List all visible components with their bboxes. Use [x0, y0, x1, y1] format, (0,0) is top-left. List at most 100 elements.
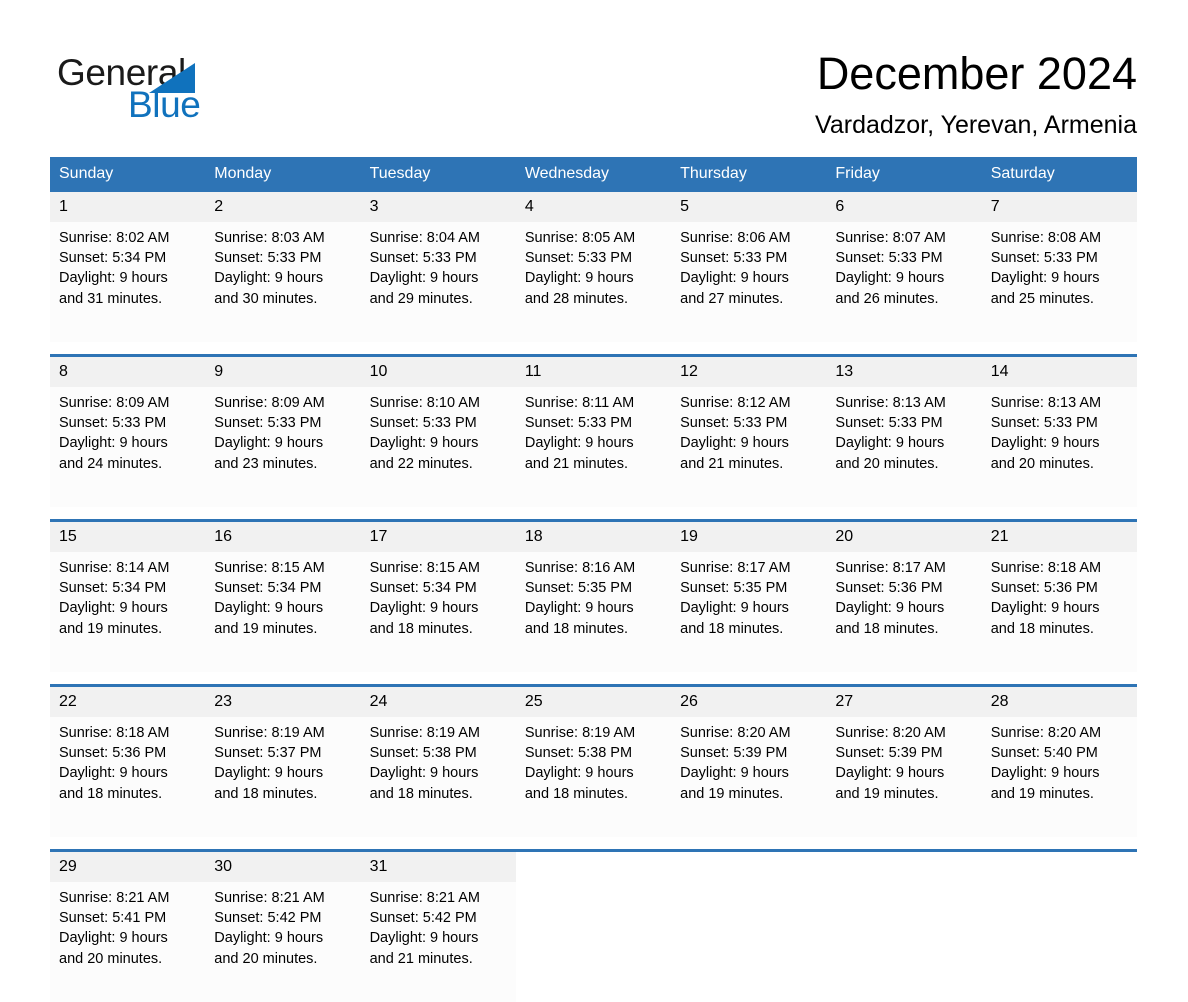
sunset-text: Sunset: 5:40 PM	[990, 745, 1098, 762]
week-2-details: Sunrise: 8:09 AM Sunset: 5:33 PM Dayligh…	[50, 387, 1137, 507]
day-number[interactable]: 25	[515, 684, 672, 717]
day-cell[interactable]: Sunrise: 8:20 AM Sunset: 5:39 PM Dayligh…	[671, 717, 827, 837]
day-cell-empty	[515, 882, 672, 1002]
page-title: December 2024	[816, 48, 1137, 99]
day-cell[interactable]: Sunrise: 8:13 AM Sunset: 5:33 PM Dayligh…	[981, 387, 1137, 507]
sunrise-text: Sunrise: 8:19 AM	[214, 725, 325, 741]
day-cell[interactable]: Sunrise: 8:21 AM Sunset: 5:42 PM Dayligh…	[205, 882, 361, 1002]
day-cell[interactable]: Sunrise: 8:17 AM Sunset: 5:35 PM Dayligh…	[671, 552, 827, 672]
day-cell[interactable]: Sunrise: 8:16 AM Sunset: 5:35 PM Dayligh…	[515, 552, 672, 672]
day-number[interactable]: 4	[515, 192, 672, 222]
day-number[interactable]: 15	[50, 519, 206, 552]
day-cell[interactable]: Sunrise: 8:19 AM Sunset: 5:38 PM Dayligh…	[515, 717, 672, 837]
day-number[interactable]: 8	[50, 354, 206, 387]
day-cell[interactable]: Sunrise: 8:12 AM Sunset: 5:33 PM Dayligh…	[671, 387, 827, 507]
day-number[interactable]: 11	[515, 354, 672, 387]
daylight-text-line1: Daylight: 9 hours	[524, 600, 634, 617]
sunrise-text: Sunrise: 8:16 AM	[524, 560, 636, 576]
day-cell[interactable]: Sunrise: 8:02 AM Sunset: 5:34 PM Dayligh…	[50, 222, 206, 342]
day-cell[interactable]: Sunrise: 8:21 AM Sunset: 5:41 PM Dayligh…	[50, 882, 206, 1002]
daylight-text-line2: and 20 minutes.	[990, 455, 1094, 472]
day-number[interactable]: 5	[671, 192, 827, 222]
week-separator	[50, 342, 1137, 356]
day-cell[interactable]: Sunrise: 8:18 AM Sunset: 5:36 PM Dayligh…	[50, 717, 206, 837]
sunrise-text: Sunrise: 8:21 AM	[369, 890, 480, 906]
day-cell[interactable]: Sunrise: 8:09 AM Sunset: 5:33 PM Dayligh…	[50, 387, 206, 507]
sunset-text: Sunset: 5:33 PM	[369, 250, 477, 267]
day-number[interactable]: 16	[205, 519, 361, 552]
day-cell[interactable]: Sunrise: 8:21 AM Sunset: 5:42 PM Dayligh…	[360, 882, 516, 1002]
day-number[interactable]: 3	[360, 192, 516, 222]
day-cell[interactable]: Sunrise: 8:04 AM Sunset: 5:33 PM Dayligh…	[360, 222, 516, 342]
day-cell[interactable]: Sunrise: 8:11 AM Sunset: 5:33 PM Dayligh…	[515, 387, 672, 507]
daylight-text-line1: Daylight: 9 hours	[990, 600, 1100, 617]
day-number[interactable]: 14	[981, 354, 1137, 387]
calendar-header-row: Sunday Monday Tuesday Wednesday Thursday…	[50, 157, 1137, 192]
day-number[interactable]: 24	[360, 684, 516, 717]
daylight-text-line2: and 18 minutes.	[214, 785, 318, 802]
title-block: December 2024 Vardadzor, Yerevan, Armeni…	[815, 48, 1137, 139]
sunrise-text: Sunrise: 8:20 AM	[835, 725, 946, 741]
day-number[interactable]: 17	[360, 519, 516, 552]
day-number[interactable]: 20	[826, 519, 982, 552]
day-number[interactable]: 27	[826, 684, 982, 717]
day-cell[interactable]: Sunrise: 8:05 AM Sunset: 5:33 PM Dayligh…	[515, 222, 672, 342]
day-cell[interactable]: Sunrise: 8:08 AM Sunset: 5:33 PM Dayligh…	[981, 222, 1137, 342]
day-number[interactable]: 22	[50, 684, 206, 717]
general-blue-logo: General Blue	[57, 52, 317, 125]
day-number[interactable]: 18	[515, 519, 672, 552]
sunset-text: Sunset: 5:35 PM	[680, 580, 788, 597]
sunset-text: Sunset: 5:39 PM	[835, 745, 943, 762]
day-cell[interactable]: Sunrise: 8:13 AM Sunset: 5:33 PM Dayligh…	[826, 387, 982, 507]
day-number[interactable]: 31	[360, 849, 516, 882]
day-number[interactable]: 30	[205, 849, 361, 882]
sunrise-text: Sunrise: 8:10 AM	[369, 395, 480, 411]
day-number[interactable]: 7	[981, 192, 1137, 222]
daylight-text-line2: and 18 minutes.	[835, 620, 939, 637]
day-cell[interactable]: Sunrise: 8:09 AM Sunset: 5:33 PM Dayligh…	[205, 387, 361, 507]
sunrise-text: Sunrise: 8:15 AM	[214, 560, 325, 576]
day-cell[interactable]: Sunrise: 8:17 AM Sunset: 5:36 PM Dayligh…	[826, 552, 982, 672]
day-cell[interactable]: Sunrise: 8:06 AM Sunset: 5:33 PM Dayligh…	[671, 222, 827, 342]
sunrise-text: Sunrise: 8:18 AM	[990, 560, 1102, 576]
day-number[interactable]: 29	[50, 849, 206, 882]
day-number[interactable]: 28	[981, 684, 1137, 717]
day-number[interactable]: 23	[205, 684, 361, 717]
day-cell[interactable]: Sunrise: 8:19 AM Sunset: 5:37 PM Dayligh…	[205, 717, 361, 837]
day-cell[interactable]: Sunrise: 8:18 AM Sunset: 5:36 PM Dayligh…	[981, 552, 1137, 672]
day-number-empty	[671, 849, 827, 882]
day-cell[interactable]: Sunrise: 8:15 AM Sunset: 5:34 PM Dayligh…	[205, 552, 361, 672]
day-number[interactable]: 12	[671, 354, 827, 387]
day-number[interactable]: 9	[205, 354, 361, 387]
week-1-daynumbers: 1 2 3 4 5 6 7	[50, 192, 1137, 222]
day-number[interactable]: 1	[50, 192, 206, 222]
day-number[interactable]: 21	[981, 519, 1137, 552]
day-number[interactable]: 2	[205, 192, 361, 222]
day-cell[interactable]: Sunrise: 8:03 AM Sunset: 5:33 PM Dayligh…	[205, 222, 361, 342]
weekday-header-tuesday: Tuesday	[360, 157, 516, 192]
day-cell[interactable]: Sunrise: 8:20 AM Sunset: 5:40 PM Dayligh…	[981, 717, 1137, 837]
daylight-text-line1: Daylight: 9 hours	[59, 765, 168, 782]
daylight-text-line2: and 18 minutes.	[524, 785, 629, 802]
day-cell[interactable]: Sunrise: 8:20 AM Sunset: 5:39 PM Dayligh…	[826, 717, 982, 837]
sunrise-text: Sunrise: 8:04 AM	[369, 230, 480, 246]
daylight-text-line1: Daylight: 9 hours	[524, 765, 634, 782]
week-2-daynumbers: 8 9 10 11 12 13 14	[50, 354, 1137, 387]
sunset-text: Sunset: 5:33 PM	[59, 415, 167, 432]
day-number[interactable]: 19	[671, 519, 827, 552]
day-cell[interactable]: Sunrise: 8:14 AM Sunset: 5:34 PM Dayligh…	[50, 552, 206, 672]
day-cell[interactable]: Sunrise: 8:19 AM Sunset: 5:38 PM Dayligh…	[360, 717, 516, 837]
day-number[interactable]: 10	[360, 354, 516, 387]
day-cell[interactable]: Sunrise: 8:15 AM Sunset: 5:34 PM Dayligh…	[360, 552, 516, 672]
day-number[interactable]: 26	[671, 684, 827, 717]
day-cell[interactable]: Sunrise: 8:07 AM Sunset: 5:33 PM Dayligh…	[826, 222, 982, 342]
week-separator-cell	[50, 507, 1137, 521]
week-3-details: Sunrise: 8:14 AM Sunset: 5:34 PM Dayligh…	[50, 552, 1137, 672]
sunset-text: Sunset: 5:38 PM	[369, 745, 477, 762]
day-number[interactable]: 13	[826, 354, 982, 387]
daylight-text-line1: Daylight: 9 hours	[59, 600, 168, 617]
daylight-text-line1: Daylight: 9 hours	[990, 435, 1100, 452]
weekday-header-wednesday: Wednesday	[515, 157, 672, 192]
day-cell[interactable]: Sunrise: 8:10 AM Sunset: 5:33 PM Dayligh…	[360, 387, 516, 507]
day-number[interactable]: 6	[826, 192, 982, 222]
